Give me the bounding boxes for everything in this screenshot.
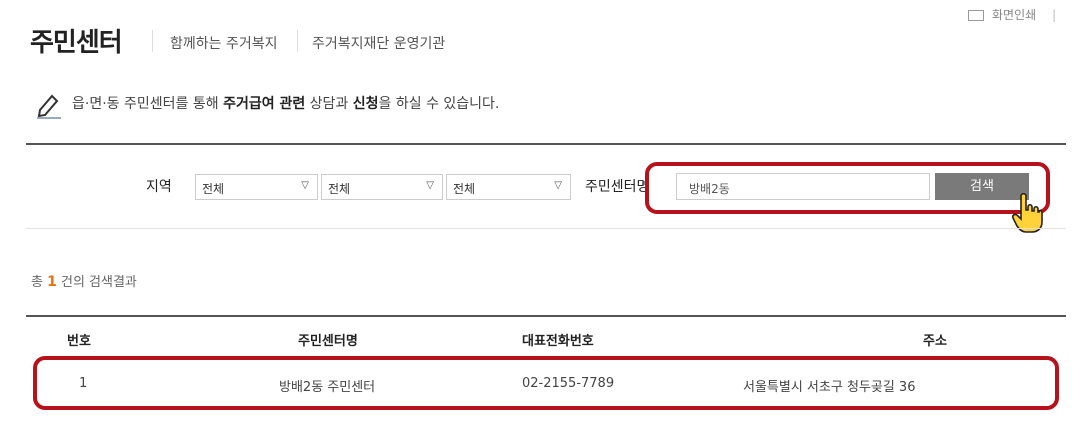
- notice-bold-benefit: 주거급여 관련: [223, 96, 306, 112]
- nav-link-operator[interactable]: 주거복지재단 운영기관: [312, 33, 445, 53]
- column-header-center-name: 주민센터명: [298, 334, 358, 349]
- select-value: 전체: [202, 182, 225, 196]
- notice-text: 읍·면·동 주민센터를 통해 주거급여 관련 상담과 신청을 하실 수 있습니다…: [72, 93, 499, 113]
- divider: [26, 143, 1066, 145]
- column-header-address: 주소: [923, 334, 947, 349]
- print-label: 화면인쇄: [992, 8, 1037, 22]
- result-count-number: 1: [47, 274, 57, 290]
- notice-post: 을 하실 수 있습니다.: [378, 96, 500, 112]
- nav-divider: [297, 30, 298, 52]
- result-count: 총 1 건의 검색결과: [31, 271, 137, 290]
- result-prefix: 총: [31, 275, 43, 290]
- region-select-sido[interactable]: 전체 ▽: [195, 174, 318, 200]
- nav-link-housing-welfare[interactable]: 함께하는 주거복지: [170, 33, 278, 53]
- column-header-phone: 대표전화번호: [522, 334, 594, 349]
- select-value: 전체: [453, 182, 476, 196]
- page-title: 주민센터: [30, 28, 123, 58]
- chevron-down-icon: ▽: [426, 180, 434, 191]
- table-top-border: [26, 315, 1066, 317]
- result-row-highlight-box: [33, 356, 1059, 410]
- column-header-number: 번호: [67, 334, 91, 349]
- result-suffix: 건의 검색결과: [61, 275, 137, 290]
- search-highlight-box: [645, 162, 1050, 214]
- divider: [26, 228, 1066, 229]
- print-icon: [968, 10, 984, 21]
- nav-divider: [152, 30, 153, 52]
- print-link[interactable]: 화면인쇄 |: [968, 6, 1056, 23]
- notice-pre: 읍·면·동 주민센터를 통해: [72, 96, 224, 112]
- center-name-label: 주민센터명: [585, 179, 650, 195]
- chevron-down-icon: ▽: [301, 180, 309, 191]
- region-label: 지역: [146, 179, 172, 195]
- pencil-icon: [37, 94, 61, 119]
- region-select-dong[interactable]: 전체 ▽: [446, 174, 571, 200]
- region-select-sigungu[interactable]: 전체 ▽: [321, 174, 443, 200]
- notice-bold-apply: 신청: [352, 96, 379, 112]
- notice-mid: 상담과: [305, 96, 353, 112]
- chevron-down-icon: ▽: [554, 180, 562, 191]
- util-divider: |: [1052, 8, 1057, 22]
- select-value: 전체: [328, 182, 351, 196]
